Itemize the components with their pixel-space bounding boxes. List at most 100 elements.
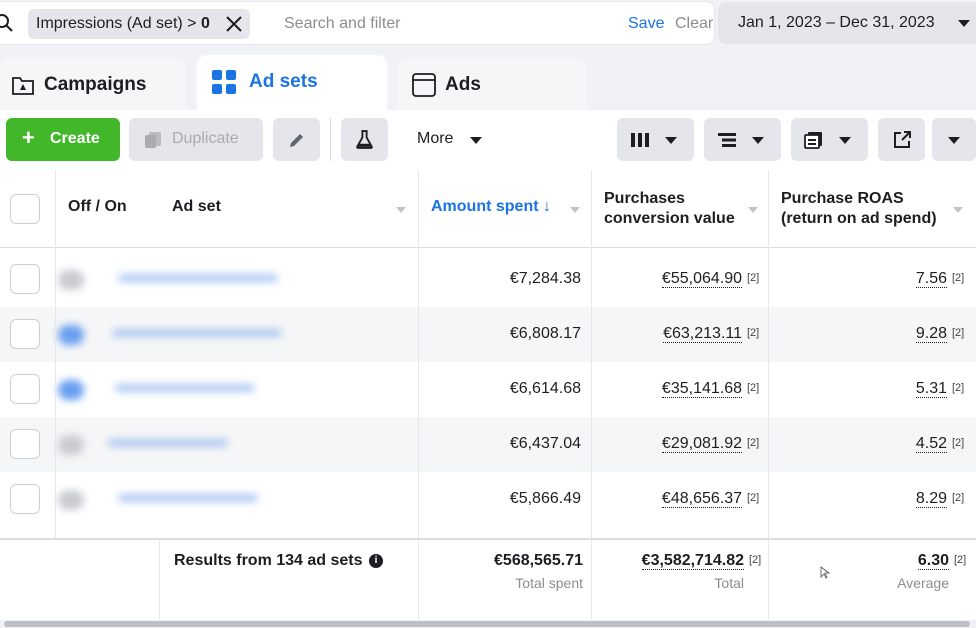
clear-filter-link[interactable]: Clear <box>675 15 713 33</box>
row-checkbox[interactable] <box>10 374 40 404</box>
column-divider <box>55 248 56 538</box>
tab-ads[interactable]: Ads <box>397 58 587 110</box>
row-checkbox[interactable] <box>10 429 40 459</box>
mouse-cursor-icon <box>820 566 830 579</box>
toolbar: + Create Duplicate More <box>0 110 976 170</box>
column-header-off-on[interactable]: Off / On <box>56 170 156 248</box>
attribution-note[interactable]: [2] <box>747 492 759 504</box>
ad-set-toggle[interactable] <box>58 270 84 290</box>
roas-value-text[interactable]: 9.28 <box>915 325 947 343</box>
reports-icon <box>804 132 822 149</box>
more-button[interactable]: More <box>404 118 502 161</box>
attribution-note[interactable]: [2] <box>747 327 759 339</box>
table-row[interactable]: €6,437.04 €29,081.92 [2] 4.52 [2] <box>0 417 976 472</box>
purchases-value-text[interactable]: €55,064.90 <box>661 270 742 288</box>
ad-set-name-link[interactable] <box>112 329 282 337</box>
ad-set-name-link[interactable] <box>118 274 278 282</box>
attribution-note[interactable]: [2] <box>952 327 964 339</box>
search-and-filter-box[interactable]: Impressions (Ad set) > 0 Save Clear <box>0 2 714 44</box>
amount-spent-value: €5,866.49 <box>509 490 581 507</box>
tab-ad-sets[interactable]: Ad sets <box>197 55 387 110</box>
tab-ad-sets-label: Ad sets <box>249 71 318 92</box>
total-amount-spent-caption: Total spent <box>515 575 583 591</box>
attribution-note[interactable]: [2] <box>747 437 759 449</box>
attribution-note[interactable]: [2] <box>952 437 964 449</box>
column-header-amount-spent-label: Amount spent ↓ <box>431 198 551 215</box>
total-amount-spent: €568,565.71 <box>494 552 583 569</box>
column-header-purchases-value[interactable]: Purchases conversion value <box>592 170 768 248</box>
chevron-down-icon <box>570 207 580 213</box>
horizontal-scrollbar[interactable] <box>0 620 976 628</box>
reports-button[interactable] <box>791 118 868 161</box>
scrollbar-thumb[interactable] <box>4 621 970 627</box>
purchases-value-text[interactable]: €48,656.37 <box>661 490 742 508</box>
ad-set-toggle[interactable] <box>58 380 84 400</box>
average-roas-text[interactable]: 6.30 <box>917 552 949 570</box>
row-checkbox[interactable] <box>10 264 40 294</box>
table-row[interactable]: €5,866.49 €48,656.37 [2] 8.29 [2] <box>0 472 976 527</box>
roas-value-text[interactable]: 7.56 <box>915 270 947 288</box>
ad-set-toggle[interactable] <box>58 435 84 455</box>
row-checkbox[interactable] <box>10 484 40 514</box>
filter-chip-value: 0 <box>200 15 210 32</box>
ad-sets-grid-icon <box>212 70 236 94</box>
column-header-ad-set[interactable]: Ad set <box>160 170 418 248</box>
roas-value: 9.28 <box>769 325 947 343</box>
search-input[interactable] <box>284 10 614 38</box>
roas-value-text[interactable]: 8.29 <box>915 490 947 508</box>
attribution-note[interactable]: [2] <box>747 272 759 284</box>
attribution-note[interactable]: [2] <box>952 272 964 284</box>
purchases-value-text[interactable]: €63,213.11 <box>663 325 742 343</box>
edit-button[interactable] <box>273 118 320 161</box>
test-button[interactable] <box>341 118 388 161</box>
breakdown-button[interactable] <box>704 118 781 161</box>
average-roas-caption: Average <box>897 575 949 591</box>
chevron-down-icon <box>748 207 758 213</box>
ad-set-name-link[interactable] <box>115 384 255 392</box>
chevron-down-icon <box>396 207 406 213</box>
table-row[interactable]: €6,808.17 €63,213.11 [2] 9.28 [2] <box>0 307 976 362</box>
select-all-checkbox[interactable] <box>10 194 40 224</box>
attribution-note[interactable]: [2] <box>749 554 761 566</box>
attribution-note[interactable]: [2] <box>747 382 759 394</box>
ad-set-name-link[interactable] <box>108 439 228 447</box>
chevron-down-icon <box>948 137 960 144</box>
export-dropdown-button[interactable] <box>932 118 976 161</box>
roas-value-text[interactable]: 5.31 <box>915 380 947 398</box>
campaign-folder-icon <box>12 77 34 95</box>
row-checkbox[interactable] <box>10 319 40 349</box>
totals-label: Results from 134 ad sets <box>174 552 363 569</box>
table-row[interactable]: €7,284.38 €55,064.90 [2] 7.56 [2] <box>0 252 976 307</box>
export-button[interactable] <box>878 118 925 161</box>
create-button[interactable]: + Create <box>6 118 120 161</box>
column-divider <box>159 540 160 620</box>
tab-ads-label: Ads <box>445 74 481 95</box>
roas-value: 7.56 <box>769 270 947 288</box>
tab-campaigns-label: Campaigns <box>44 74 147 95</box>
column-header-purchase-roas-label: Purchase ROAS (return on ad spend) <box>781 190 937 227</box>
ad-set-name-link[interactable] <box>118 494 258 502</box>
tab-campaigns[interactable]: Campaigns <box>0 58 186 110</box>
total-purchases-value: €3,582,714.82 <box>592 552 744 570</box>
attribution-note[interactable]: [2] <box>952 382 964 394</box>
duplicate-button[interactable]: Duplicate <box>129 118 263 161</box>
column-header-amount-spent[interactable]: Amount spent ↓ <box>419 170 591 248</box>
purchases-value-text[interactable]: €29,081.92 <box>661 435 742 453</box>
ad-set-toggle[interactable] <box>58 490 84 510</box>
column-header-purchase-roas[interactable]: Purchase ROAS (return on ad spend) <box>769 170 976 248</box>
purchases-value-text[interactable]: €35,141.68 <box>661 380 742 398</box>
attribution-note[interactable]: [2] <box>954 554 966 566</box>
purchases-value: €29,081.92 <box>592 435 742 453</box>
total-purchases-value-text[interactable]: €3,582,714.82 <box>641 552 744 570</box>
info-icon[interactable]: i <box>369 554 383 568</box>
chevron-down-icon <box>953 207 963 213</box>
attribution-note[interactable]: [2] <box>952 492 964 504</box>
filter-chip-impressions[interactable]: Impressions (Ad set) > 0 <box>28 9 250 39</box>
ad-set-toggle[interactable] <box>58 325 84 345</box>
close-icon[interactable] <box>224 14 244 34</box>
table-row[interactable]: €6,614.68 €35,141.68 [2] 5.31 [2] <box>0 362 976 417</box>
roas-value-text[interactable]: 4.52 <box>915 435 947 453</box>
save-filter-link[interactable]: Save <box>628 15 664 33</box>
date-range-picker[interactable]: Jan 1, 2023 – Dec 31, 2023 <box>718 2 976 44</box>
columns-button[interactable] <box>617 118 694 161</box>
